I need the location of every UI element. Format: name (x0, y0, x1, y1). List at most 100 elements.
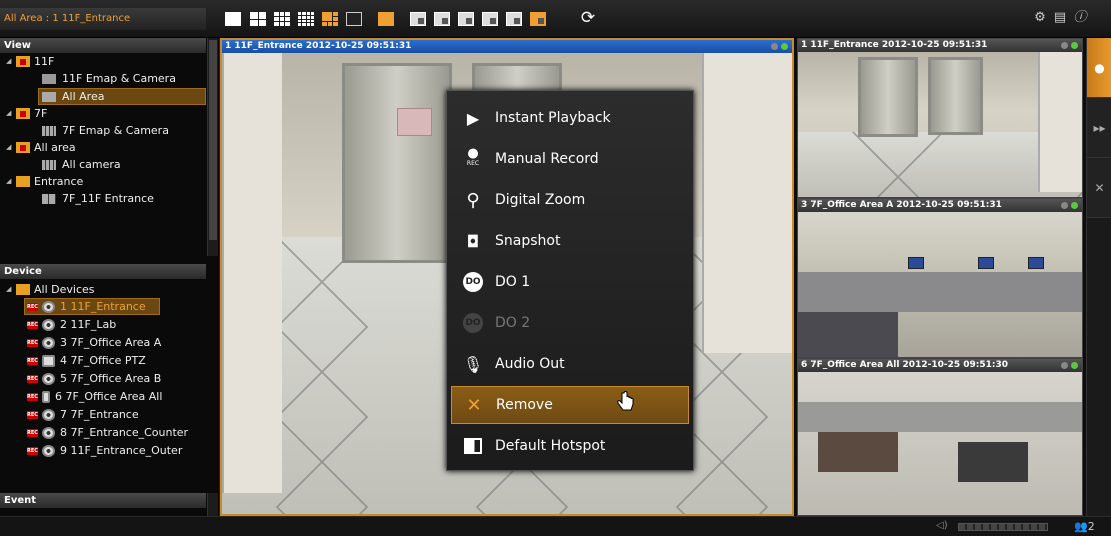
speaker-icon[interactable]: ◁) (936, 520, 948, 531)
top-toolbar: All Area : 1 11F_Entrance ⟳ ⚙ ▤ ⓘ (0, 0, 1111, 38)
glass-door (858, 57, 918, 137)
view-item-all-camera[interactable]: All camera (42, 156, 121, 173)
view-item-7f-emap[interactable]: 7F Emap & Camera (42, 122, 169, 139)
menu-item-do2[interactable]: DO DO 2 (451, 304, 689, 342)
status-bar: ◁) 👥2 (0, 516, 1111, 536)
dome-camera-icon (42, 444, 55, 457)
popup-window-button[interactable] (346, 12, 362, 26)
playback-tab-icon[interactable]: ▸▸ (1087, 98, 1111, 158)
device-item-5[interactable]: REC 5 7F_Office Area B (27, 370, 161, 387)
layout-4x4-button[interactable] (298, 12, 314, 26)
microphone-icon: 🎙 (462, 354, 484, 374)
device-item-9[interactable]: REC 9 11F_Entrance_Outer (27, 442, 182, 459)
device-item-2[interactable]: REC 2 11F_Lab (27, 316, 116, 333)
video-panel-1[interactable]: 1 11F_Entrance 2012-10-25 09:51:31 (797, 38, 1083, 198)
desk (818, 432, 898, 472)
menu-item-default-hotspot[interactable]: Default Hotspot (451, 427, 689, 465)
view-item-all-area-selected[interactable]: All Area (38, 88, 206, 105)
tools-tab-icon[interactable]: ✕ (1087, 158, 1111, 218)
video-panel-3[interactable]: 6 7F_Office Area All 2012-10-25 09:51:30 (797, 358, 1083, 516)
live-view-tab-icon[interactable]: ● (1087, 38, 1111, 98)
layout-2x2-button[interactable] (250, 12, 266, 26)
event-section-header[interactable]: Event (0, 493, 206, 508)
dome-camera-icon (42, 300, 55, 313)
menu-item-manual-record[interactable]: ● REC Manual Record (451, 140, 689, 178)
device-item-6[interactable]: REC 6 7F_Office Area All (27, 388, 162, 405)
pillar (222, 53, 282, 493)
dome-camera-icon (42, 426, 55, 439)
expand-arrow-icon[interactable]: ◢ (6, 173, 16, 190)
camera-feed-image (798, 372, 1082, 515)
expand-arrow-icon[interactable]: ◢ (6, 105, 16, 122)
folder-icon (16, 284, 30, 295)
video-panel-2[interactable]: 3 7F_Office Area A 2012-10-25 09:51:31 (797, 198, 1083, 358)
close-x-icon: ✕ (466, 394, 482, 416)
rec-badge-icon: REC (27, 410, 38, 419)
expand-arrow-icon[interactable]: ◢ (6, 53, 16, 70)
hotspot-edit-icon[interactable] (410, 12, 426, 26)
fisheye-camera-icon (42, 390, 50, 403)
device-item-1[interactable]: REC 1 11F_Entrance (24, 298, 160, 315)
menu-item-do1[interactable]: DO DO 1 (451, 263, 689, 301)
rec-badge-icon: REC (27, 320, 38, 329)
layout-1x1-button[interactable] (225, 12, 241, 26)
cubicle-partition (798, 402, 1082, 432)
desk (958, 442, 1028, 482)
ptz-camera-icon (42, 354, 55, 367)
layout-3x3-button[interactable] (274, 12, 290, 26)
menu-item-audio-out[interactable]: 🎙 Audio Out (451, 345, 689, 383)
right-sidebar: ● ▸▸ ✕ (1086, 38, 1111, 516)
menu-item-instant-playback[interactable]: ▶ Instant Playback (451, 99, 689, 137)
edit-mode-icon[interactable] (530, 12, 546, 26)
folder-icon (16, 108, 30, 119)
device-section-header[interactable]: Device (0, 264, 206, 279)
rec-badge-icon: REC (27, 302, 38, 311)
folder-icon (16, 176, 30, 187)
tree-node-entrance[interactable]: ◢ Entrance (6, 173, 83, 190)
menu-item-snapshot[interactable]: ◘ Snapshot (451, 222, 689, 260)
sync-icon[interactable]: ⟳ (578, 8, 598, 28)
camera-feed-image (798, 52, 1082, 197)
view-scrollbar[interactable] (207, 38, 218, 256)
tree-node-all-devices[interactable]: ◢ All Devices (6, 281, 94, 298)
camera-feed-image (798, 212, 1082, 357)
status-dots (1061, 362, 1078, 369)
device-item-8[interactable]: REC 8 7F_Entrance_Counter (27, 424, 188, 441)
document-icon[interactable]: ▤ (1052, 10, 1068, 26)
sequence-button[interactable] (378, 12, 394, 26)
rec-badge-icon: REC (27, 356, 38, 365)
remove-view-icon[interactable] (458, 12, 474, 26)
dome-camera-icon (42, 408, 55, 421)
tree-node-7f[interactable]: ◢ 7F (6, 105, 47, 122)
menu-item-digital-zoom[interactable]: ⚲ Digital Zoom (451, 181, 689, 219)
layout-1plus5-button[interactable] (322, 12, 338, 26)
device-item-3[interactable]: REC 3 7F_Office Area A (27, 334, 161, 351)
expand-arrow-icon[interactable]: ◢ (6, 139, 16, 156)
save-view-icon[interactable] (506, 12, 522, 26)
event-scrollbar[interactable] (207, 493, 218, 516)
rec-badge-icon: REC (27, 338, 38, 347)
desk (798, 312, 898, 357)
glass-door (928, 57, 983, 135)
cubicle-partition (798, 272, 1082, 312)
volume-slider[interactable] (958, 523, 1048, 531)
view-section-header[interactable]: View (0, 38, 206, 53)
view-item-11f-emap[interactable]: 11F Emap & Camera (42, 70, 176, 87)
expand-arrow-icon[interactable]: ◢ (6, 281, 16, 298)
monitor (1028, 257, 1044, 269)
device-item-4[interactable]: REC 4 7F_Office PTZ (27, 352, 146, 369)
menu-item-remove[interactable]: ✕ Remove (451, 386, 689, 424)
device-item-7[interactable]: REC 7 7F_Entrance (27, 406, 139, 423)
rename-view-icon[interactable] (482, 12, 498, 26)
settings-gear-icon[interactable]: ⚙ (1032, 10, 1048, 26)
glass-door (342, 63, 452, 263)
tree-node-all-area[interactable]: ◢ All area (6, 139, 76, 156)
play-icon: ▶ (466, 108, 480, 128)
do1-icon: DO (451, 263, 495, 301)
add-view-icon[interactable] (434, 12, 450, 26)
view-item-7f-11f-entrance[interactable]: 7F_11F Entrance (42, 190, 154, 207)
status-dots (1061, 202, 1078, 209)
hand-cursor-icon (617, 391, 634, 411)
tree-node-11f[interactable]: ◢ 11F (6, 53, 54, 70)
info-icon[interactable]: ⓘ (1072, 10, 1088, 26)
